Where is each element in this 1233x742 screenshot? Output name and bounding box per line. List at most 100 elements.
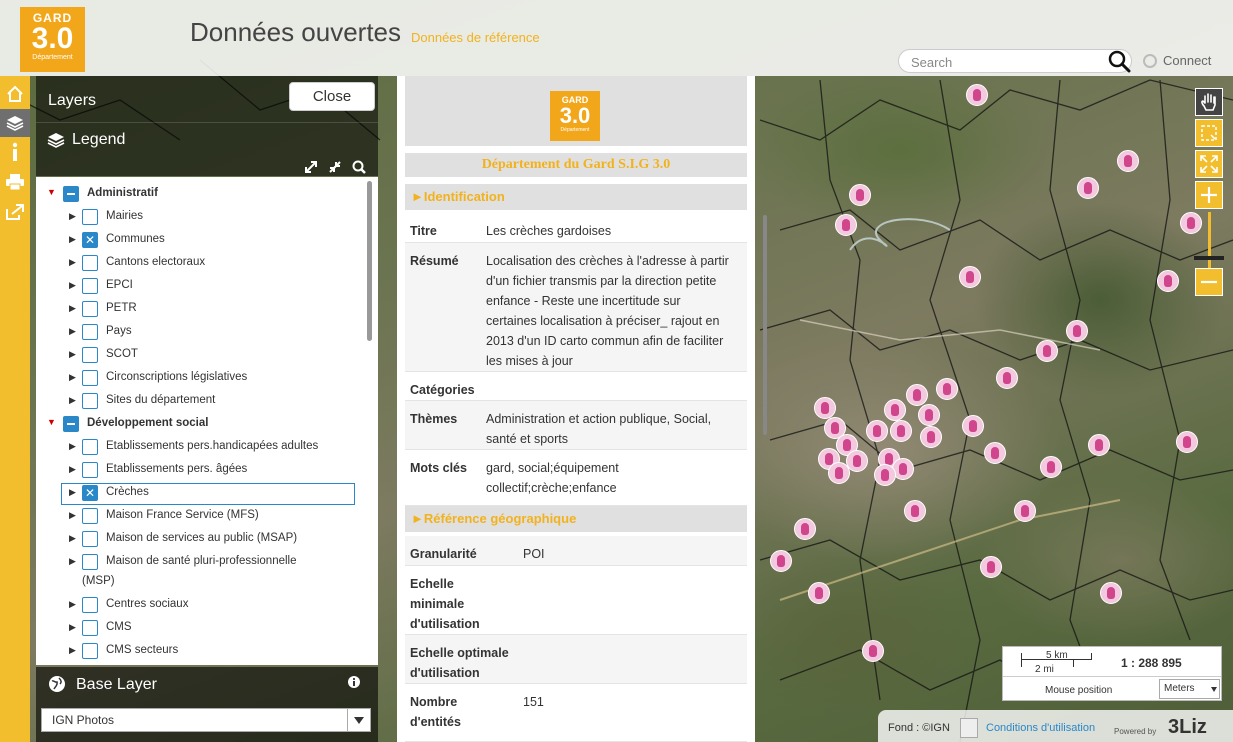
creche-marker[interactable] xyxy=(1077,177,1099,199)
layer-checkbox[interactable] xyxy=(82,278,98,294)
close-button[interactable]: Close xyxy=(289,82,375,111)
collapsed-arrow-icon[interactable]: ▶ xyxy=(69,487,76,498)
layer-checkbox[interactable] xyxy=(82,255,98,271)
menu-home[interactable] xyxy=(0,80,30,108)
creche-marker[interactable] xyxy=(849,184,871,206)
creche-marker[interactable] xyxy=(966,84,988,106)
creche-marker[interactable] xyxy=(1117,150,1139,172)
collapsed-arrow-icon[interactable]: ▶ xyxy=(69,303,76,314)
creche-marker[interactable] xyxy=(866,420,888,442)
zoom-to-layer-icon[interactable] xyxy=(352,160,366,174)
layer-checkbox[interactable] xyxy=(82,393,98,409)
collapsed-arrow-icon[interactable]: ▶ xyxy=(69,441,76,452)
creche-marker[interactable] xyxy=(918,404,940,426)
creche-marker[interactable] xyxy=(794,518,816,540)
zoom-box-button[interactable] xyxy=(1195,119,1223,147)
creche-marker[interactable] xyxy=(884,399,906,421)
collapsed-arrow-icon[interactable]: ▶ xyxy=(69,510,76,521)
creche-marker[interactable] xyxy=(1014,500,1036,522)
group-checkbox[interactable] xyxy=(63,186,79,202)
creche-marker[interactable] xyxy=(862,640,884,662)
layer-checkbox[interactable] xyxy=(82,508,98,524)
layer-checkbox[interactable] xyxy=(82,462,98,478)
creche-marker[interactable] xyxy=(770,550,792,572)
search-box[interactable] xyxy=(898,49,1132,73)
metadata-scrollbar[interactable] xyxy=(763,215,767,435)
collapsed-arrow-icon[interactable]: ▶ xyxy=(69,645,76,656)
collapsed-arrow-icon[interactable]: ▶ xyxy=(69,599,76,610)
menu-layers[interactable] xyxy=(0,109,30,137)
creche-marker[interactable] xyxy=(904,500,926,522)
layer-checkbox[interactable] xyxy=(82,597,98,613)
identification-header[interactable]: ►Identification xyxy=(405,184,747,210)
creche-marker[interactable] xyxy=(1066,320,1088,342)
creche-marker[interactable] xyxy=(936,378,958,400)
collapsed-arrow-icon[interactable]: ▶ xyxy=(69,622,76,633)
creche-marker[interactable] xyxy=(828,462,850,484)
info-icon[interactable] xyxy=(348,676,360,688)
collapsed-arrow-icon[interactable]: ▶ xyxy=(69,326,76,337)
units-select[interactable]: Meters xyxy=(1159,679,1220,699)
search-icon[interactable] xyxy=(1107,49,1131,73)
creche-marker[interactable] xyxy=(962,415,984,437)
creche-marker[interactable] xyxy=(814,397,836,419)
layer-checkbox[interactable] xyxy=(82,347,98,363)
zoom-extent-button[interactable] xyxy=(1195,150,1223,178)
creche-marker[interactable] xyxy=(1176,431,1198,453)
collapsed-arrow-icon[interactable]: ▶ xyxy=(69,257,76,268)
layer-checkbox[interactable]: ✕ xyxy=(82,485,98,501)
creche-marker[interactable] xyxy=(996,367,1018,389)
expanded-arrow-icon[interactable]: ▼ xyxy=(47,187,56,197)
menu-share[interactable] xyxy=(0,198,30,226)
geo-reference-header[interactable]: ►Référence géographique xyxy=(405,506,747,532)
expand-all-icon[interactable] xyxy=(304,160,318,174)
base-layer-select[interactable]: IGN Photos xyxy=(41,708,371,732)
3liz-logo[interactable]: 3Liz xyxy=(1168,716,1207,739)
collapsed-arrow-icon[interactable]: ▶ xyxy=(69,372,76,383)
pan-tool[interactable] xyxy=(1195,88,1223,116)
collapsed-arrow-icon[interactable]: ▶ xyxy=(69,556,76,567)
creche-marker[interactable] xyxy=(1157,270,1179,292)
creche-marker[interactable] xyxy=(906,384,928,406)
creche-marker[interactable] xyxy=(890,420,912,442)
creche-marker[interactable] xyxy=(874,464,896,486)
creche-marker[interactable] xyxy=(808,582,830,604)
collapse-all-icon[interactable] xyxy=(328,160,342,174)
collapsed-arrow-icon[interactable]: ▶ xyxy=(69,234,76,245)
creche-marker[interactable] xyxy=(1036,340,1058,362)
group-checkbox[interactable] xyxy=(63,416,79,432)
legend-tab[interactable]: Legend xyxy=(36,122,378,155)
creche-marker[interactable] xyxy=(980,556,1002,578)
collapsed-arrow-icon[interactable]: ▶ xyxy=(69,464,76,475)
layer-checkbox[interactable] xyxy=(82,620,98,636)
conditions-link[interactable]: Conditions d'utilisation xyxy=(986,722,1095,734)
collapsed-arrow-icon[interactable]: ▶ xyxy=(69,533,76,544)
zoom-out-button[interactable] xyxy=(1195,268,1223,296)
layer-checkbox[interactable] xyxy=(82,531,98,547)
layer-checkbox[interactable] xyxy=(82,301,98,317)
layer-checkbox[interactable]: ✕ xyxy=(82,232,98,248)
gard-logo[interactable]: GARD 3.0 Département xyxy=(20,7,85,72)
layer-checkbox[interactable] xyxy=(82,370,98,386)
tree-scrollbar[interactable] xyxy=(367,181,372,341)
collapsed-arrow-icon[interactable]: ▶ xyxy=(69,280,76,291)
expanded-arrow-icon[interactable]: ▼ xyxy=(47,417,56,427)
zoom-in-button[interactable] xyxy=(1195,181,1223,209)
menu-information[interactable] xyxy=(0,138,30,166)
creche-marker[interactable] xyxy=(1100,582,1122,604)
creche-marker[interactable] xyxy=(984,442,1006,464)
collapsed-arrow-icon[interactable]: ▶ xyxy=(69,211,76,222)
creche-marker[interactable] xyxy=(1088,434,1110,456)
search-input[interactable] xyxy=(909,53,1098,71)
creche-marker[interactable] xyxy=(920,426,942,448)
connect-link[interactable]: Connect xyxy=(1143,53,1211,68)
layer-checkbox[interactable] xyxy=(82,643,98,659)
creche-marker[interactable] xyxy=(1180,212,1202,234)
creche-marker[interactable] xyxy=(1040,456,1062,478)
collapsed-arrow-icon[interactable]: ▶ xyxy=(69,395,76,406)
layer-checkbox[interactable] xyxy=(82,554,98,570)
layer-checkbox[interactable] xyxy=(82,209,98,225)
creche-marker[interactable] xyxy=(959,266,981,288)
collapsed-arrow-icon[interactable]: ▶ xyxy=(69,349,76,360)
menu-print[interactable] xyxy=(0,168,30,196)
